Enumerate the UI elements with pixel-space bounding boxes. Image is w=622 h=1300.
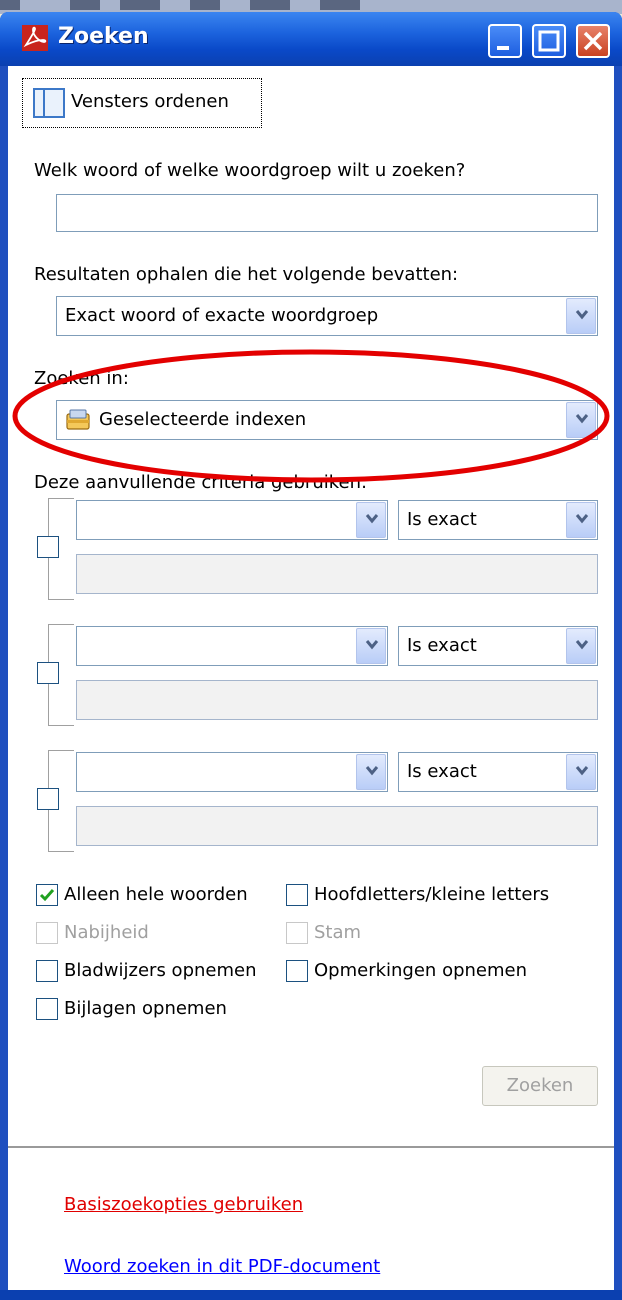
criteria-field-select[interactable] [76, 752, 388, 792]
criteria-checkbox[interactable] [37, 662, 59, 684]
attachments-checkbox[interactable] [36, 998, 58, 1020]
divider [8, 1146, 614, 1148]
minimize-button[interactable] [488, 24, 522, 58]
bookmarks-label[interactable]: Bladwijzers opnemen [64, 960, 257, 981]
chevron-down-icon[interactable] [566, 402, 596, 438]
close-icon [583, 31, 603, 51]
comments-label[interactable]: Opmerkingen opnemen [314, 960, 527, 981]
search-question-label: Welk woord of welke woordgroep wilt u zo… [34, 160, 466, 181]
stemming-checkbox [286, 922, 308, 944]
title-bar[interactable]: Zoeken [0, 12, 622, 66]
criteria-field-select[interactable] [76, 500, 388, 540]
maximize-button[interactable] [532, 24, 566, 58]
case-sensitive-label[interactable]: Hoofdletters/kleine letters [314, 884, 549, 905]
index-icon [66, 409, 90, 430]
chevron-down-icon[interactable] [566, 628, 596, 664]
stemming-label: Stam [314, 922, 362, 943]
chevron-down-icon[interactable] [356, 754, 386, 790]
maximize-icon [538, 30, 560, 52]
whole-words-label[interactable]: Alleen hele woorden [64, 884, 248, 905]
chevron-down-icon[interactable] [566, 502, 596, 538]
window-bottom-border [0, 1290, 622, 1300]
arrange-windows-icon [33, 88, 65, 118]
bookmarks-checkbox[interactable] [36, 960, 58, 982]
close-button[interactable] [576, 24, 610, 58]
search-panel: Vensters ordenen Welk woord of welke woo… [8, 66, 614, 1292]
search-in-label: Zoeken in: [34, 368, 129, 389]
criteria-field-select[interactable] [76, 626, 388, 666]
search-button[interactable]: Zoeken [482, 1066, 598, 1106]
basic-search-link[interactable]: Basiszoekopties gebruiken [64, 1194, 303, 1215]
chevron-down-icon[interactable] [356, 502, 386, 538]
arrange-windows-label: Vensters ordenen [71, 91, 229, 112]
criteria-operator-select[interactable]: Is exact [398, 500, 598, 540]
criteria-checkbox[interactable] [37, 788, 59, 810]
acrobat-icon [22, 25, 48, 51]
criteria-value-input[interactable] [76, 806, 598, 846]
checkmark-icon [39, 889, 55, 902]
criteria-value-input[interactable] [76, 680, 598, 720]
criteria-checkbox[interactable] [37, 536, 59, 558]
window-title: Zoeken [58, 24, 149, 49]
search-query-input[interactable] [56, 194, 598, 232]
proximity-checkbox [36, 922, 58, 944]
criteria-operator-select[interactable]: Is exact [398, 626, 598, 666]
results-label: Resultaten ophalen die het volgende beva… [34, 264, 459, 285]
search-in-select[interactable]: Geselecteerde indexen [56, 400, 598, 440]
arrange-windows-button[interactable]: Vensters ordenen [22, 78, 262, 128]
criteria-value-input[interactable] [76, 554, 598, 594]
comments-checkbox[interactable] [286, 960, 308, 982]
chevron-down-icon[interactable] [566, 298, 596, 334]
chevron-down-icon[interactable] [356, 628, 386, 664]
highlight-ellipse [12, 349, 610, 483]
search-in-selected-value: Geselecteerde indexen [99, 409, 307, 430]
find-in-document-link[interactable]: Woord zoeken in dit PDF-document [64, 1256, 380, 1277]
criteria-operator-select[interactable]: Is exact [398, 752, 598, 792]
chevron-down-icon[interactable] [566, 754, 596, 790]
results-select[interactable]: Exact woord of exacte woordgroep [56, 296, 598, 336]
case-sensitive-checkbox[interactable] [286, 884, 308, 906]
search-window: Zoeken Vensters ordenen Welk woord of we… [0, 12, 622, 1300]
minimize-icon [497, 46, 509, 50]
attachments-label[interactable]: Bijlagen opnemen [64, 998, 227, 1019]
whole-words-checkbox[interactable] [36, 884, 58, 906]
results-selected-value: Exact woord of exacte woordgroep [65, 305, 379, 326]
proximity-label: Nabijheid [64, 922, 149, 943]
criteria-label: Deze aanvullende criteria gebruiken: [34, 472, 368, 493]
